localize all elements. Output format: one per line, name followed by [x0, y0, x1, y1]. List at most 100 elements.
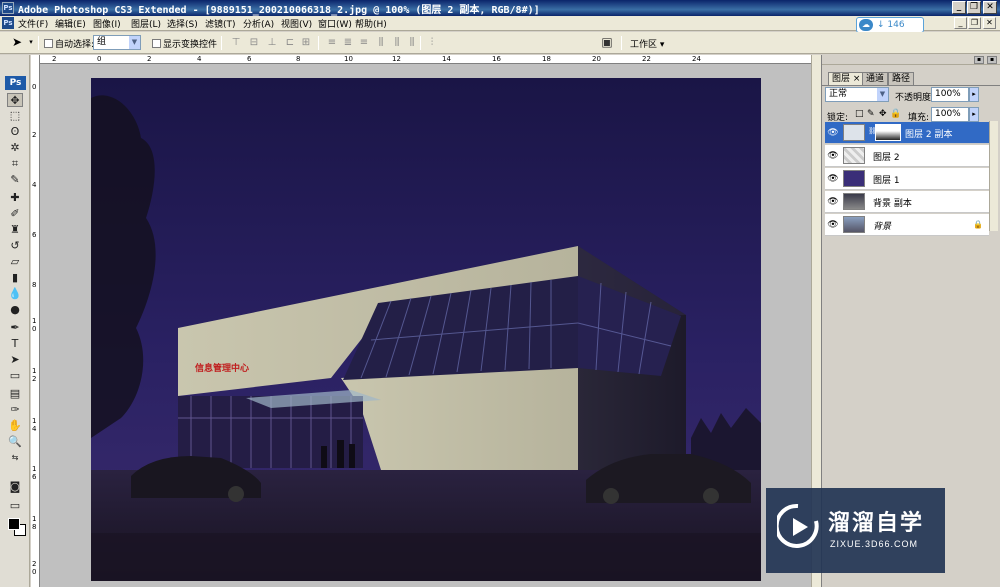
menu-analysis[interactable]: 分析(A): [243, 17, 274, 30]
document-image[interactable]: 信息管理中心: [91, 78, 761, 581]
screen-mode-icon[interactable]: ▭: [7, 499, 23, 513]
tab-paths[interactable]: 路径: [888, 72, 915, 85]
align-bottom-icon[interactable]: ⊥: [265, 37, 279, 48]
move-tool-icon[interactable]: ➤: [10, 36, 24, 48]
path-select-icon[interactable]: ➤: [7, 353, 23, 367]
bridge-icon[interactable]: ▣: [600, 36, 614, 48]
ps-logo[interactable]: Ps: [5, 76, 26, 90]
chevron-down-icon[interactable]: ▾: [24, 37, 38, 48]
layer-thumbnail: [843, 170, 865, 187]
align-hcenter-icon[interactable]: ⊞: [299, 37, 313, 48]
panel-collapse-button[interactable]: ▪: [974, 56, 984, 64]
eraser-tool-icon[interactable]: ▱: [7, 255, 23, 269]
tab-channels[interactable]: 通道: [862, 72, 889, 85]
eye-icon[interactable]: 👁: [827, 174, 839, 184]
doc-restore-button[interactable]: ❐: [968, 17, 981, 29]
lock-position-icon[interactable]: ✥: [879, 109, 887, 119]
layers-scrollbar[interactable]: [989, 121, 998, 231]
menu-file[interactable]: 文件(F): [18, 17, 48, 30]
distribute-top-icon[interactable]: ≡: [325, 37, 339, 48]
hand-tool-icon[interactable]: ✋: [7, 419, 23, 433]
restore-button[interactable]: ❐: [967, 1, 981, 14]
ruler-label: 1 6: [32, 465, 37, 481]
eye-icon[interactable]: 👁: [827, 220, 839, 230]
align-top-icon[interactable]: ⊤: [229, 37, 243, 48]
blend-mode-dropdown[interactable]: 正常 ▼: [825, 87, 889, 102]
history-brush-icon[interactable]: ↺: [7, 239, 23, 253]
notes-tool-icon[interactable]: ▤: [7, 387, 23, 401]
healing-brush-icon[interactable]: ✚: [7, 191, 23, 205]
lock-pixels-icon[interactable]: ✎: [867, 109, 875, 119]
menu-help[interactable]: 帮助(H): [355, 17, 387, 30]
ruler-label: 4: [32, 181, 37, 189]
quick-mask-icon[interactable]: ◙: [7, 480, 23, 494]
show-transform-label: 显示变换控件: [163, 40, 218, 50]
distribute-bottom-icon[interactable]: ≡: [357, 37, 371, 48]
crop-tool-icon[interactable]: ⌗: [7, 157, 23, 171]
align-left-icon[interactable]: ⊏: [283, 37, 297, 48]
panel-close-button[interactable]: ▪: [987, 56, 997, 64]
layer-mask-thumbnail[interactable]: [875, 124, 901, 141]
auto-align-icon[interactable]: ⫶: [425, 37, 439, 48]
ruler-label: 2: [147, 55, 152, 63]
move-tool-icon[interactable]: ✥: [7, 93, 23, 107]
tab-layers[interactable]: 图层 ×: [828, 72, 865, 85]
eyedropper-tool-icon[interactable]: ✎: [7, 173, 23, 187]
distribute-vcenter-icon[interactable]: ≣: [341, 37, 355, 48]
document-icon[interactable]: Ps: [2, 17, 14, 29]
auto-select-checkbox[interactable]: [44, 39, 53, 48]
blur-tool-icon[interactable]: 💧: [7, 287, 23, 301]
opacity-arrow-button[interactable]: ▸: [969, 87, 979, 102]
auto-select-dropdown[interactable]: 组 ▼: [93, 35, 141, 50]
menu-layer[interactable]: 图层(L): [131, 17, 161, 30]
distribute-hcenter-icon[interactable]: ⫼: [390, 37, 404, 48]
cloud-icon: ☁: [859, 19, 873, 31]
magic-wand-icon[interactable]: ✲: [7, 141, 23, 155]
eyedropper-icon[interactable]: ✑: [7, 403, 23, 417]
lasso-tool-icon[interactable]: ʘ: [7, 125, 23, 139]
ruler-label: 8: [32, 281, 37, 289]
lock-all-icon[interactable]: 🔒: [890, 109, 901, 119]
menu-filter[interactable]: 滤镜(T): [205, 17, 236, 30]
shape-tool-icon[interactable]: ▭: [7, 369, 23, 383]
menu-window[interactable]: 窗口(W): [318, 17, 352, 30]
marquee-tool-icon[interactable]: ⬚: [7, 109, 23, 123]
layer-row[interactable]: 👁 图层 2: [825, 145, 989, 167]
distribute-left-icon[interactable]: ⫼: [374, 37, 388, 48]
fill-arrow-button[interactable]: ▸: [969, 107, 979, 122]
doc-minimize-button[interactable]: _: [954, 17, 967, 29]
eye-icon[interactable]: 👁: [827, 197, 839, 207]
layer-row[interactable]: 👁 背景 副本: [825, 191, 989, 213]
foreground-color-swatch[interactable]: [8, 518, 20, 530]
stamp-tool-icon[interactable]: ♜: [7, 223, 23, 237]
eye-icon[interactable]: 👁: [827, 128, 839, 138]
menu-image[interactable]: 图像(I): [93, 17, 121, 30]
minimize-button[interactable]: _: [952, 1, 966, 14]
menu-view[interactable]: 视图(V): [281, 17, 312, 30]
opacity-input[interactable]: 100%: [931, 87, 969, 102]
layer-row[interactable]: 👁 图层 1: [825, 168, 989, 190]
align-vcenter-icon[interactable]: ⊟: [247, 37, 261, 48]
panel-grip[interactable]: ▪ ▪: [822, 55, 1000, 65]
swap-colors-icon[interactable]: ⇆: [7, 451, 23, 465]
layer-row[interactable]: 👁 ⛓ 图层 2 副本: [825, 122, 989, 144]
menu-edit[interactable]: 编辑(E): [55, 17, 86, 30]
eye-icon[interactable]: 👁: [827, 151, 839, 161]
gradient-tool-icon[interactable]: ▮: [7, 271, 23, 285]
doc-close-button[interactable]: ✕: [983, 17, 996, 29]
workspace-menu[interactable]: 工作区 ▾: [630, 37, 664, 50]
chevron-down-icon: ▼: [877, 88, 888, 101]
lock-transparency-icon[interactable]: □: [855, 109, 864, 119]
close-button[interactable]: ✕: [983, 1, 997, 14]
show-transform-checkbox[interactable]: [152, 39, 161, 48]
dodge-tool-icon[interactable]: ●: [7, 303, 23, 317]
distribute-right-icon[interactable]: ⫼: [405, 37, 419, 48]
type-tool-icon[interactable]: T: [7, 337, 23, 351]
menu-select[interactable]: 选择(S): [167, 17, 198, 30]
brush-tool-icon[interactable]: ✐: [7, 207, 23, 221]
watermark: 溜溜自学 ZIXUE.3D66.COM: [766, 488, 945, 573]
pen-tool-icon[interactable]: ✒: [7, 321, 23, 335]
fill-input[interactable]: 100%: [931, 107, 969, 122]
zoom-tool-icon[interactable]: 🔍: [7, 435, 23, 449]
layer-row[interactable]: 👁 背景 🔒: [825, 214, 989, 236]
